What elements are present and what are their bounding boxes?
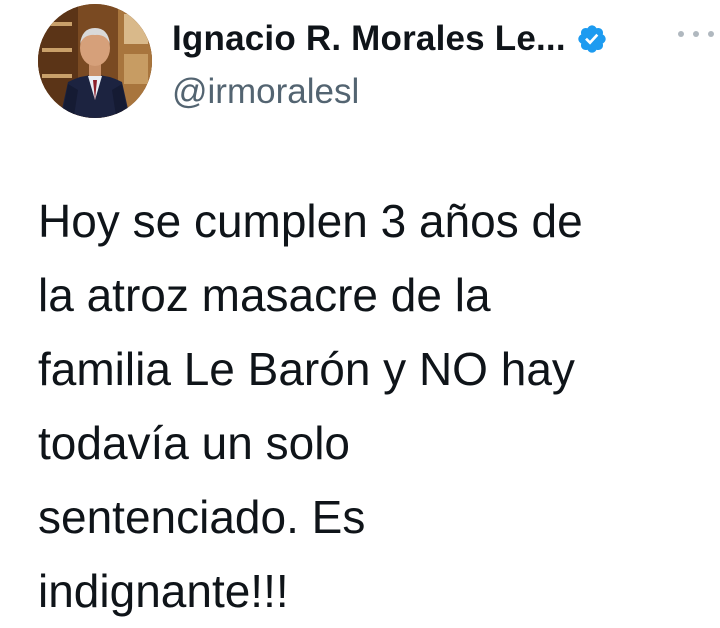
tweet-text-line: Hoy se cumplen 3 años de bbox=[38, 195, 583, 247]
profile-photo-icon bbox=[38, 4, 152, 118]
tweet-text-line: la atroz masacre de la bbox=[38, 269, 491, 321]
more-options-icon[interactable] bbox=[678, 28, 714, 40]
user-handle[interactable]: @irmoralesl bbox=[172, 72, 720, 112]
tweet-text: Hoy se cumplen 3 años de la atroz masacr… bbox=[38, 184, 698, 628]
tweet-text-line: indignante!!! bbox=[38, 565, 289, 617]
name-row: Ignacio R. Morales Le... bbox=[172, 14, 720, 64]
tweet-card: Ignacio R. Morales Le... @irmoralesl Hoy… bbox=[0, 0, 720, 619]
display-name[interactable]: Ignacio R. Morales Le... bbox=[172, 19, 566, 59]
tweet-text-line: todavía un solo bbox=[38, 417, 351, 469]
dot bbox=[708, 31, 714, 37]
dot bbox=[678, 31, 684, 37]
tweet-header: Ignacio R. Morales Le... @irmoralesl bbox=[172, 14, 720, 112]
avatar[interactable] bbox=[38, 4, 152, 118]
tweet-text-line: familia Le Barón y NO hay bbox=[38, 343, 575, 395]
verified-badge-icon bbox=[576, 23, 608, 55]
dot bbox=[693, 31, 699, 37]
tweet-text-line: sentenciado. Es bbox=[38, 491, 366, 543]
